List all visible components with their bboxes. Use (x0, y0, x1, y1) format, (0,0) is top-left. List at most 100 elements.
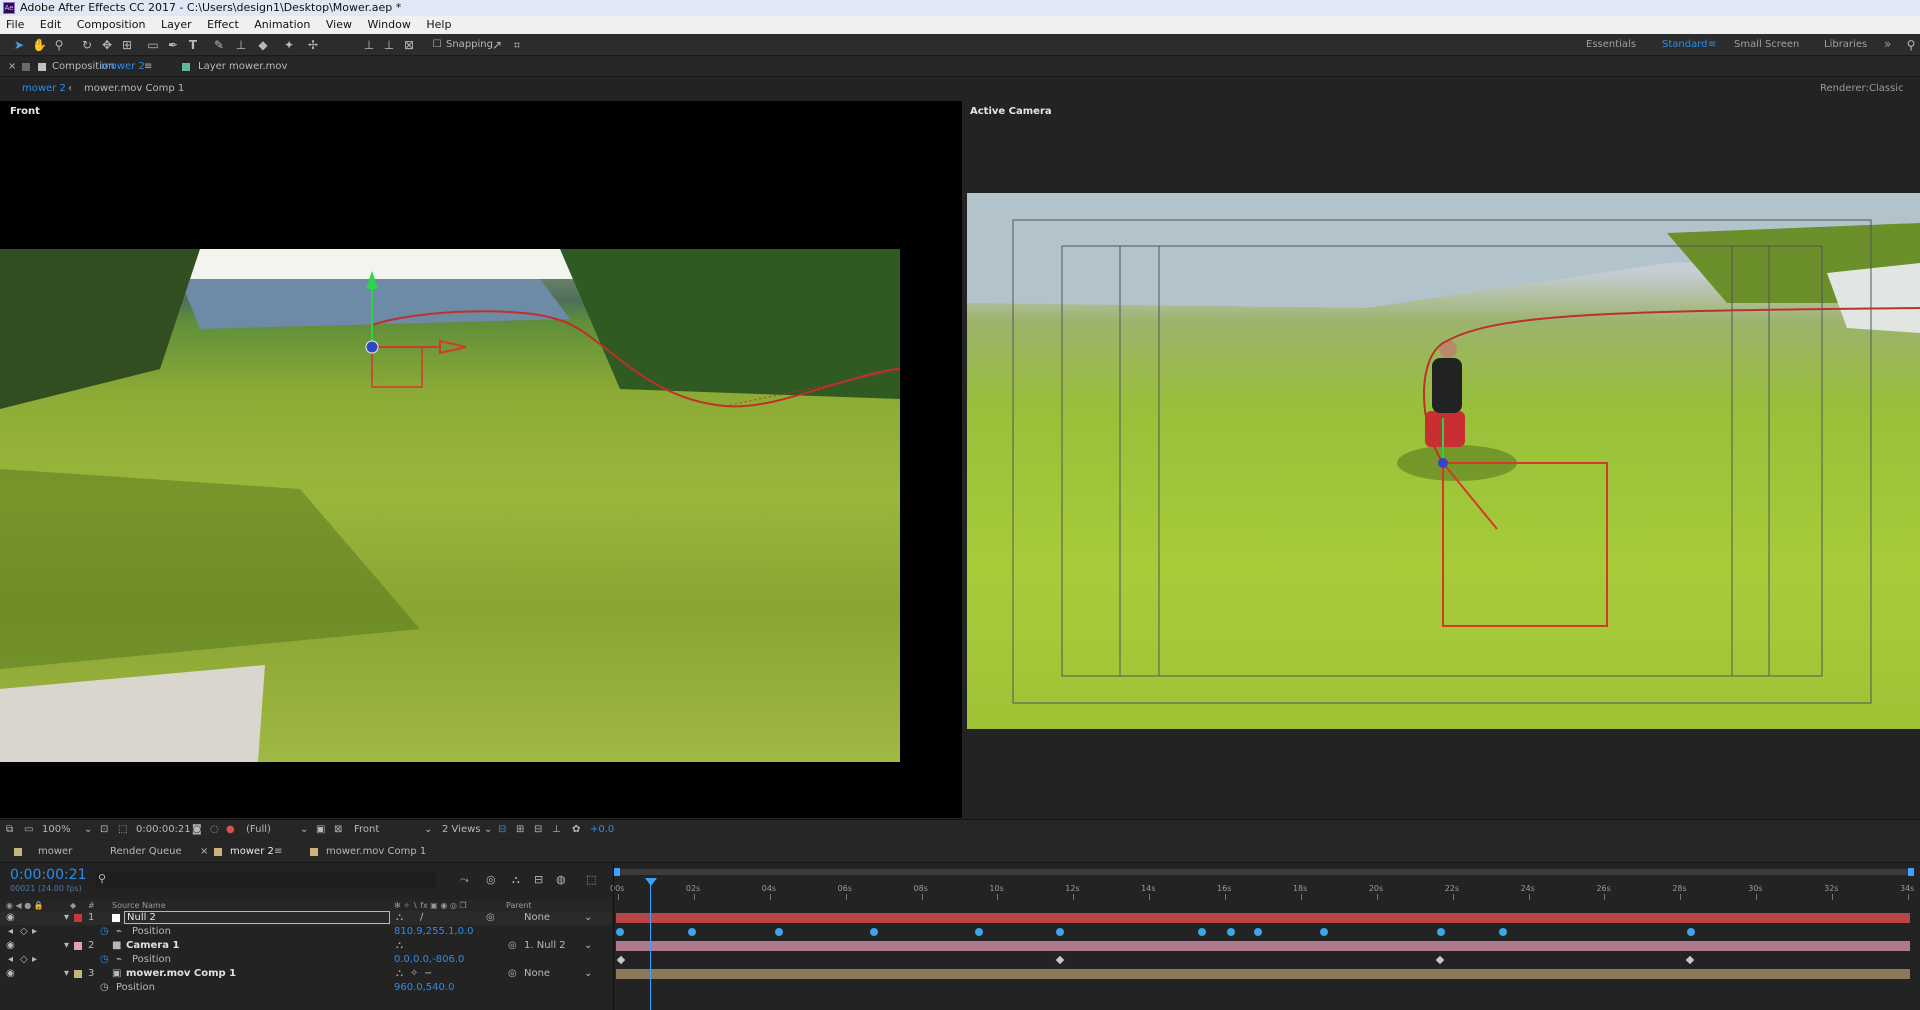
zoom-tool-icon[interactable]: ⚲ (52, 38, 66, 52)
keyframe[interactable] (870, 928, 878, 936)
stopwatch-icon[interactable]: ◷ (100, 981, 109, 995)
keyframe[interactable] (616, 955, 626, 965)
active-camera-viewer[interactable]: Active Camera (964, 101, 1920, 818)
layer-search-input[interactable] (96, 872, 436, 888)
menu-file[interactable]: File (6, 18, 24, 31)
visibility-eye-icon[interactable]: ◉ (6, 911, 15, 925)
mask-visibility-icon[interactable]: ⊠ (334, 820, 342, 840)
parent-pickwhip-icon[interactable]: ◎ (508, 939, 517, 953)
expand-arrow-icon[interactable]: ▾ (64, 967, 69, 981)
motion-blur-icon[interactable]: ◍ (556, 873, 566, 886)
stopwatch-icon[interactable]: ◷ (100, 925, 109, 939)
layer-row-3[interactable]: ◉ ▾ 3 ▣ mower.mov Comp 1 ⛬ ✧ − ◎ None ⌄ (0, 967, 612, 981)
timeline-icon[interactable]: ⊟ (534, 820, 542, 840)
layer-label-color[interactable] (74, 970, 82, 978)
layer-row-2[interactable]: ◉ ▾ 2 ■ Camera 1 ⛬ ◎ 1. Null 2 ⌄ (0, 939, 612, 953)
next-keyframe-icon[interactable]: ▸ (32, 953, 37, 967)
layer-duration-bar[interactable] (616, 913, 1910, 923)
toggle-pixel-aspect-icon[interactable]: ⊟ (498, 820, 506, 840)
keyframe[interactable] (1499, 928, 1507, 936)
transparency-grid-icon[interactable]: ▣ (316, 820, 325, 840)
collapse-switch-icon[interactable]: ⛬ (396, 967, 403, 981)
keyframe[interactable] (1198, 928, 1206, 936)
keyframe[interactable] (1687, 928, 1695, 936)
playhead[interactable] (650, 878, 651, 1010)
clone-stamp-tool-icon[interactable]: ⊥ (234, 38, 248, 52)
workspace-essentials[interactable]: Essentials (1586, 39, 1636, 50)
tab-render-queue[interactable]: Render Queue (110, 841, 182, 863)
layer-name[interactable]: Camera 1 (126, 939, 179, 953)
keyframe[interactable] (775, 928, 783, 936)
fit-icon[interactable]: ⊡ (100, 820, 108, 840)
expand-arrow-icon[interactable]: ▾ (64, 939, 69, 953)
position-value[interactable]: 810.9,255.1,0.0 (394, 925, 474, 939)
menu-window[interactable]: Window (367, 18, 410, 31)
view-axis-icon[interactable]: ⊠ (402, 38, 416, 52)
snap-grid-icon[interactable]: ⌗ (510, 38, 524, 52)
shy-layers-icon[interactable]: ⛬ (512, 873, 520, 887)
brush-tool-icon[interactable]: ✎ (212, 38, 226, 52)
graph-editor-icon[interactable]: ⬚ (586, 873, 596, 886)
fast-previews-icon[interactable]: ⊞ (516, 820, 524, 840)
layer-row-1[interactable]: ◉ ▾ 1 Null 2 ⛬ ∕ ◎ None ⌄ (0, 911, 612, 925)
selection-tool-icon[interactable]: ➤ (12, 38, 26, 52)
anchor-point-icon[interactable] (365, 340, 379, 354)
resolution-dropdown[interactable]: (Full) (246, 820, 271, 840)
always-preview-icon[interactable]: ⧉ (6, 820, 13, 840)
keyframe[interactable] (1056, 928, 1064, 936)
track-null-2-position[interactable] (614, 925, 1920, 939)
prev-keyframe-icon[interactable]: ◂ (8, 953, 13, 967)
position-value[interactable]: 960.0,540.0 (394, 981, 454, 995)
chevron-down-icon[interactable]: ⌄ (584, 939, 592, 953)
close-icon[interactable]: × (200, 841, 208, 863)
rectangle-tool-icon[interactable]: ▭ (146, 38, 160, 52)
track-camera-1-position[interactable] (614, 953, 1920, 967)
keyframe[interactable] (1437, 928, 1445, 936)
close-icon[interactable]: × (8, 57, 16, 77)
zoom-dropdown[interactable]: 100% (42, 820, 71, 840)
layer-tab[interactable]: Layer mower.mov (198, 57, 287, 77)
panel-menu-icon[interactable]: ≡ (274, 841, 282, 863)
composition-tab-name[interactable]: mower 2 (101, 57, 145, 77)
property-row-position[interactable]: ◂ ◇ ▸ ◷ ⌁ Position 810.9,255.1,0.0 (0, 925, 612, 939)
workspace-libraries[interactable]: Libraries (1824, 39, 1867, 50)
keyframe[interactable] (1254, 928, 1262, 936)
keyframe[interactable] (1685, 955, 1695, 965)
snapping-checkbox[interactable]: ☐ (430, 38, 444, 52)
quality-switch-icon[interactable]: ∕ (420, 911, 423, 925)
layer-label-color[interactable] (74, 914, 82, 922)
workspace-menu-icon[interactable]: ≡ (1708, 39, 1716, 50)
parent-dropdown[interactable]: None (524, 967, 550, 981)
anchor-point-icon[interactable] (1438, 458, 1448, 468)
search-help-icon[interactable]: ⚲ (1904, 38, 1918, 52)
keyframe[interactable] (1227, 928, 1235, 936)
pen-tool-icon[interactable]: ✒ (166, 38, 180, 52)
visibility-eye-icon[interactable]: ◉ (6, 939, 15, 953)
work-area-end-handle[interactable] (1908, 868, 1914, 876)
show-snapshot-icon[interactable]: ◌ (210, 820, 219, 840)
chevron-down-icon[interactable]: ⌄ (584, 967, 592, 981)
parent-dropdown[interactable]: None (524, 911, 550, 925)
channel-icon[interactable]: ● (226, 820, 235, 840)
layer-name[interactable]: mower.mov Comp 1 (126, 967, 236, 981)
menu-animation[interactable]: Animation (254, 18, 310, 31)
menu-edit[interactable]: Edit (40, 18, 61, 31)
next-keyframe-icon[interactable]: ▸ (32, 925, 37, 939)
track-null-2[interactable] (614, 911, 1920, 925)
timeline-timecode[interactable]: 0:00:00:21 (10, 867, 87, 883)
chevron-down-icon[interactable]: ⌄ (84, 820, 92, 840)
property-row-position[interactable]: ◂ ◇ ▸ ◷ ⌁ Position 0.0,0.0,-806.0 (0, 953, 612, 967)
column-source-name[interactable]: Source Name (112, 900, 166, 911)
column-parent[interactable]: Parent (506, 900, 532, 911)
camera-snapshot-icon[interactable]: ◙ (192, 820, 202, 840)
layer-name-input[interactable]: Null 2 (124, 911, 390, 924)
3d-view-dropdown[interactable]: Front (354, 820, 379, 840)
collapse-switch-icon[interactable]: ⛬ (396, 939, 403, 953)
null-bounds[interactable] (371, 346, 423, 388)
graph-icon[interactable]: ⌁ (116, 925, 122, 939)
layer-duration-bar[interactable] (616, 941, 1910, 951)
quality-switch-icon[interactable]: ✧ (410, 967, 418, 981)
time-ruler[interactable]: 00s 02s 04s 06s 08s 10s 12s 14s 16s 18s 20s 22s 24s 2… (610, 864, 1920, 900)
tab-mower[interactable]: mower (38, 841, 72, 863)
workspace-small-screen[interactable]: Small Screen (1734, 39, 1799, 50)
